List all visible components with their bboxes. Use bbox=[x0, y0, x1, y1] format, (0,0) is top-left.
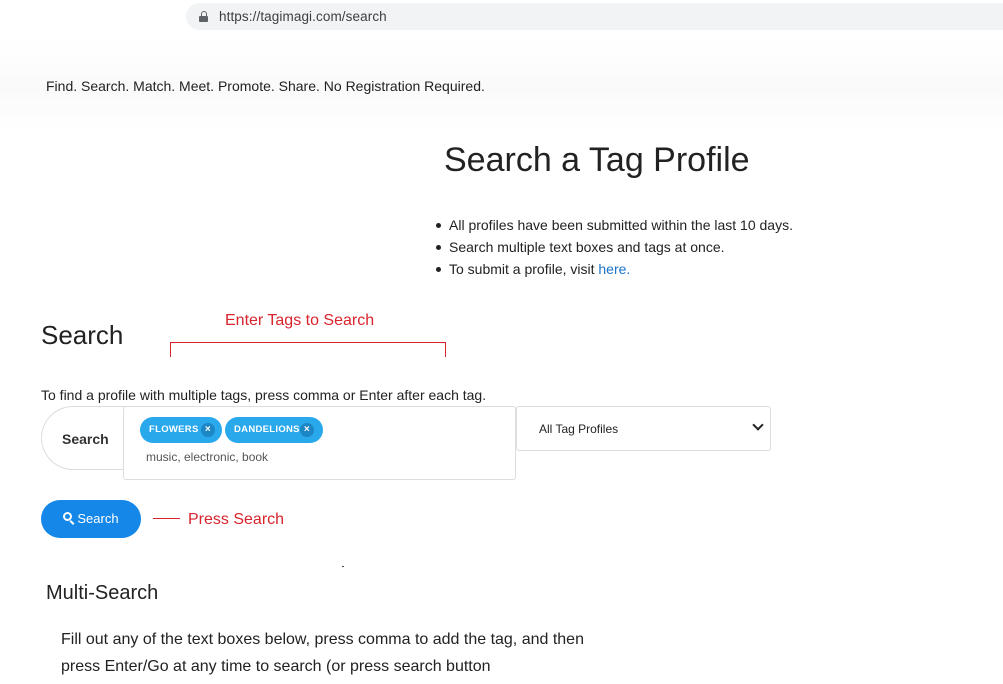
tag-chip[interactable]: FLOWERS × bbox=[140, 417, 222, 443]
browser-top-bar: https://tagimagi.com/search bbox=[0, 0, 1003, 36]
search-button-label: Search bbox=[77, 511, 119, 526]
remove-tag-icon[interactable]: × bbox=[300, 423, 314, 437]
tag-chip-label: DANDELIONS bbox=[234, 424, 300, 435]
info-item: To submit a profile, visit here. bbox=[436, 260, 793, 282]
select-value: All Tag Profiles bbox=[539, 422, 619, 436]
lock-icon bbox=[199, 11, 208, 22]
search-label: Search bbox=[62, 431, 109, 447]
tag-input[interactable]: FLOWERS × DANDELIONS × music, electronic… bbox=[123, 406, 516, 480]
info-item: Search multiple text boxes and tags at o… bbox=[436, 238, 793, 260]
annotation-enter-tags: Enter Tags to Search bbox=[225, 312, 375, 329]
stray-dot bbox=[342, 566, 344, 567]
remove-tag-icon[interactable]: × bbox=[201, 423, 215, 437]
multi-search-description: Fill out any of the text boxes below, pr… bbox=[61, 631, 584, 675]
multi-search-heading: Multi-Search bbox=[46, 582, 159, 604]
address-bar[interactable]: https://tagimagi.com/search bbox=[186, 3, 1003, 30]
search-instructions: To find a profile with multiple tags, pr… bbox=[41, 387, 487, 403]
tag-input-placeholder[interactable]: music, electronic, book bbox=[146, 450, 268, 464]
tag-chip-label: FLOWERS bbox=[149, 424, 199, 435]
info-item: All profiles have been submitted within … bbox=[436, 216, 793, 238]
submit-profile-link[interactable]: here. bbox=[598, 261, 630, 277]
annotation-line bbox=[153, 518, 180, 519]
profile-type-select[interactable]: All Tag Profiles bbox=[516, 406, 771, 451]
info-list: All profiles have been submitted within … bbox=[436, 216, 793, 282]
site-tagline: Find. Search. Match. Meet. Promote. Shar… bbox=[46, 78, 485, 94]
annotation-bracket bbox=[170, 342, 446, 357]
tag-chip[interactable]: DANDELIONS × bbox=[225, 417, 323, 443]
search-button[interactable]: Search bbox=[41, 500, 141, 538]
address-url[interactable]: https://tagimagi.com/search bbox=[219, 9, 387, 24]
search-heading: Search bbox=[41, 320, 124, 350]
chevron-down-icon bbox=[752, 419, 764, 431]
search-label-box: Search bbox=[41, 406, 131, 470]
search-icon bbox=[63, 512, 75, 525]
page-title: Search a Tag Profile bbox=[444, 141, 750, 179]
annotation-press-search: Press Search bbox=[188, 511, 285, 528]
